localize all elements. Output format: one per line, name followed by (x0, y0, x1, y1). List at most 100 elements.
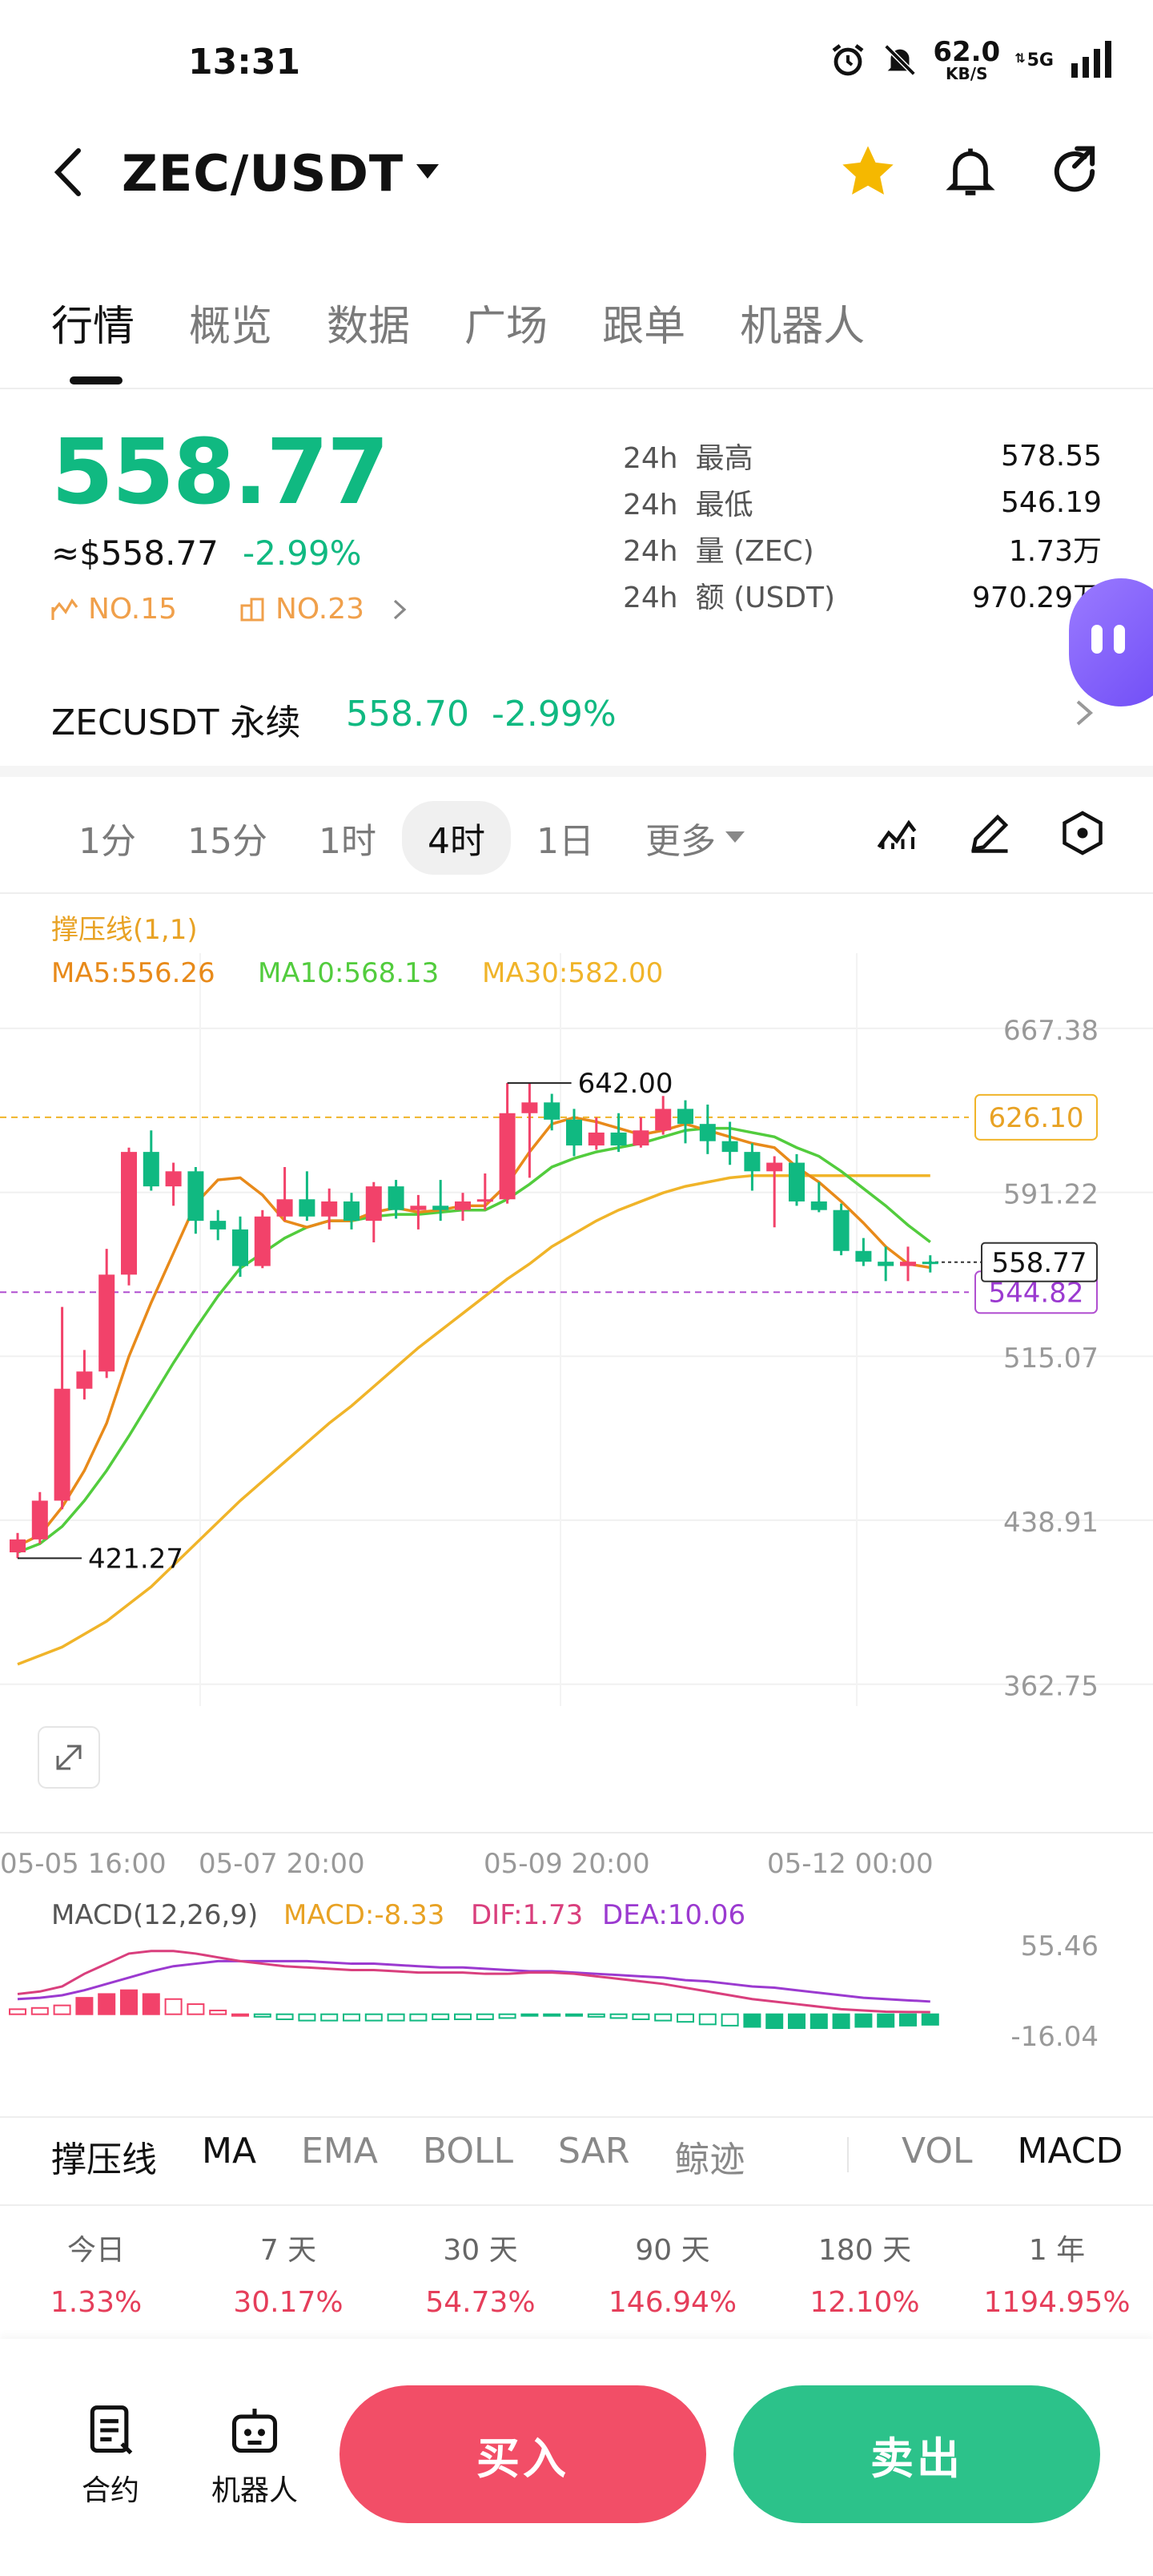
macd-hist-bar (298, 2013, 316, 2022)
candle-body (922, 1262, 938, 1265)
macd-hist-bar (498, 2013, 516, 2019)
share-icon[interactable] (1044, 141, 1105, 202)
candle-body (98, 1274, 115, 1372)
interval-1m[interactable]: 1分 (51, 801, 162, 875)
macd-hist-bar (30, 2006, 49, 2015)
tab-copy-trade[interactable]: 跟单 (602, 292, 685, 352)
candle-body (699, 1124, 716, 1141)
ma10-label: MA10:568.13 (258, 957, 439, 989)
candle-body (744, 1152, 761, 1172)
ma30-line (17, 1173, 930, 1666)
candle-body (566, 1119, 582, 1146)
candle-body (499, 1113, 516, 1200)
interval-15m[interactable]: 15分 (162, 801, 293, 875)
sub-indicator-tabs: VOL MACD (902, 2131, 1121, 2171)
usd-price: ≈$558.77 (51, 533, 219, 573)
chevron-down-icon[interactable] (416, 164, 439, 180)
stat-low: 24h 最低 546.19 (623, 485, 1102, 522)
candle-body (410, 1205, 427, 1210)
back-icon[interactable] (48, 144, 90, 200)
indicator-boll[interactable]: BOLL (423, 2131, 513, 2182)
interval-4h[interactable]: 4时 (402, 801, 511, 875)
robot-button[interactable]: 机器人 (199, 2403, 311, 2509)
pair-title[interactable]: ZEC/USDT (122, 144, 404, 203)
status-icons: 62.0 KB/S ⇅ 5G (829, 38, 1113, 82)
macd-hist-bar (364, 2013, 383, 2022)
tab-robot[interactable]: 机器人 (740, 292, 865, 352)
candle-body (210, 1221, 227, 1230)
perf-1y: 1 年 1194.95% (983, 2234, 1131, 2319)
macd-title: MACD(12,26,9) (51, 1899, 258, 1931)
chevron-right-icon[interactable] (1073, 697, 1095, 729)
current-price-label: 558.77 (992, 1247, 1087, 1279)
macd-hist-bar (698, 2013, 717, 2026)
indicator-support-resistance[interactable]: 撑压线 (51, 2131, 157, 2182)
draw-pencil-icon[interactable] (966, 809, 1014, 857)
dif-label: DIF:1.73 (471, 1899, 583, 1931)
buy-button[interactable]: 买入 (339, 2385, 706, 2523)
indicator-sar[interactable]: SAR (558, 2131, 629, 2182)
indicator-icon[interactable] (873, 809, 921, 857)
macd-y-tick-label: 55.46 (1021, 1930, 1099, 1962)
indicator-vol[interactable]: VOL (902, 2131, 972, 2171)
tab-data[interactable]: 数据 (327, 292, 410, 352)
tab-square[interactable]: 广场 (464, 292, 548, 352)
x-tick-label: 05-09 20:00 (484, 1848, 650, 1880)
macd-hist-bar (654, 2013, 673, 2022)
y-tick-label: 362.75 (1003, 1671, 1099, 1703)
volume-icon (240, 598, 264, 621)
ma30-label: MA30:582.00 (482, 957, 663, 989)
dea-label: DEA:10.06 (602, 1899, 745, 1931)
perp-change: -2.99% (492, 694, 617, 735)
candle-body (276, 1199, 293, 1217)
candle-body (789, 1162, 805, 1201)
rank-badge-1[interactable]: NO.15 (51, 593, 177, 626)
candle-body (610, 1132, 627, 1146)
star-icon[interactable] (838, 141, 898, 202)
macd-value-label: MACD:-8.33 (283, 1899, 444, 1931)
macd-hist-bar (187, 2003, 205, 2015)
expand-chart-button[interactable] (38, 1726, 100, 1789)
resistance-label: 626.10 (989, 1102, 1084, 1134)
chevron-right-icon (393, 599, 407, 619)
indicator-ema[interactable]: EMA (301, 2131, 378, 2182)
candle-body (365, 1186, 382, 1222)
candle-body (455, 1201, 471, 1210)
macd-hist-bar (75, 1997, 94, 2015)
interval-1h[interactable]: 1时 (293, 801, 402, 875)
floating-assistant-button[interactable] (1069, 578, 1153, 706)
x-tick-label: 05-05 16:00 (0, 1848, 167, 1880)
alarm-icon (832, 44, 864, 76)
indicator-whale[interactable]: 鲸迹 (674, 2131, 745, 2182)
macd-hist-bar (454, 2013, 472, 2020)
macd-hist-bar (142, 1993, 160, 2015)
candle-body (187, 1171, 204, 1222)
perf-today: 今日 1.33% (50, 2234, 143, 2319)
stat-high: 24h 最高 578.55 (623, 439, 1102, 476)
indicator-ma[interactable]: MA (202, 2131, 256, 2182)
perf-180d: 180 天 12.10% (810, 2234, 920, 2319)
settings-hexagon-icon[interactable] (1059, 809, 1107, 857)
bell-icon[interactable] (940, 141, 1001, 202)
macd-hist-bar (810, 2013, 828, 2030)
macd-hist-bar (253, 2013, 271, 2018)
macd-hist-bar (677, 2013, 694, 2023)
perp-contract-name[interactable]: ZECUSDT 永续 (51, 694, 301, 745)
interval-more[interactable]: 更多 (620, 801, 770, 875)
rank-badge-2[interactable]: NO.23 (240, 593, 409, 626)
contract-button[interactable]: 合约 (54, 2403, 167, 2509)
interval-selector: 1分 15分 1时 4时 1日 更多 (51, 801, 770, 875)
overlay-title: 撑压线(1,1) (51, 914, 198, 946)
tab-overview[interactable]: 概览 (189, 292, 272, 352)
candle-body (31, 1500, 48, 1540)
macd-hist-bar (788, 2013, 805, 2030)
interval-1d[interactable]: 1日 (511, 801, 620, 875)
tab-market[interactable]: 行情 (51, 292, 135, 352)
sell-button[interactable]: 卖出 (733, 2385, 1100, 2523)
price-change: -2.99% (243, 533, 362, 573)
y-tick-label: 591.22 (1003, 1179, 1099, 1211)
macd-hist-bar (632, 2013, 650, 2020)
trend-icon (51, 598, 78, 620)
indicator-macd[interactable]: MACD (1017, 2131, 1121, 2171)
candlestick-chart[interactable]: 667.38 591.22 515.07 438.91 362.75 05-05 16:… (0, 897, 1153, 2115)
